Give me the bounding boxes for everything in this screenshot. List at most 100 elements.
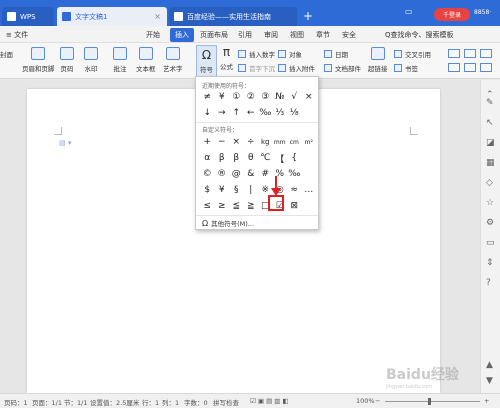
insert-attachment-button[interactable]: 插入附件 xyxy=(278,63,315,73)
status-words[interactable]: 字数：0 xyxy=(184,397,208,407)
login-button[interactable]: 千登录 xyxy=(434,8,470,21)
symbol-cell[interactable]: β xyxy=(215,151,230,165)
symbol-cell[interactable]: → xyxy=(215,106,230,120)
window-menu-icon[interactable]: ▭ xyxy=(405,7,413,16)
symbol-cell[interactable]: α xyxy=(200,151,215,165)
symbol-cell[interactable]: ≥ xyxy=(215,199,230,213)
date-button[interactable]: 日期 xyxy=(324,49,348,59)
layout-icon[interactable] xyxy=(448,49,460,58)
menu-insert[interactable]: 插入 xyxy=(170,28,194,42)
page-number-button[interactable]: 页码 xyxy=(60,47,74,73)
symbol-cell[interactable]: √ xyxy=(287,90,302,104)
symbol-cell[interactable]: + xyxy=(200,135,215,149)
tab-web[interactable]: 百度经验——实用生活指南 xyxy=(169,7,297,26)
layout-icon[interactable] xyxy=(464,49,476,58)
symbol-cell[interactable]: ‰ xyxy=(287,167,302,181)
symbol-cell[interactable]: × xyxy=(229,135,244,149)
header-footer-button[interactable]: 页眉和页脚 xyxy=(22,47,55,73)
cover-button[interactable]: 封面 xyxy=(0,49,13,59)
comment-button[interactable]: 批注 xyxy=(113,47,127,73)
menu-start[interactable]: 开始 xyxy=(146,30,160,40)
symbol-cell[interactable]: … xyxy=(302,183,317,197)
layers-icon[interactable]: ▦ xyxy=(486,158,495,168)
symbol-cell[interactable] xyxy=(302,199,317,213)
zoom-out-button[interactable]: − xyxy=(375,397,380,405)
close-tab-icon[interactable]: × xyxy=(154,12,161,21)
symbol-cell[interactable]: ≈ xyxy=(287,183,302,197)
symbol-cell[interactable] xyxy=(302,167,317,181)
layout-icon[interactable] xyxy=(480,63,492,72)
menu-page-layout[interactable]: 页面布局 xyxy=(200,30,228,40)
symbol-cell[interactable]: $ xyxy=(200,183,215,197)
symbol-cell[interactable]: ¥ xyxy=(215,90,230,104)
help-icon[interactable]: ? xyxy=(486,278,491,288)
select-icon[interactable]: ↖ xyxy=(486,118,494,128)
zoom-slider-thumb[interactable] xyxy=(428,398,431,405)
drop-cap-button[interactable]: 首字下沉 xyxy=(238,63,275,73)
bookmark-button[interactable]: 书签 xyxy=(394,63,418,73)
zoom-in-button[interactable]: + xyxy=(484,397,489,405)
symbol-cell[interactable]: © xyxy=(200,167,215,181)
edit-icon[interactable]: ✎ xyxy=(486,98,494,108)
symbol-cell[interactable]: № xyxy=(273,90,288,104)
symbol-cell[interactable]: ↓ xyxy=(200,106,215,120)
object-button[interactable]: 对象 xyxy=(278,49,302,59)
search-command[interactable]: Q查找命令、搜索模板 xyxy=(385,30,454,40)
layout-icon[interactable] xyxy=(448,63,460,72)
tab-document[interactable]: 文字文稿1 × xyxy=(57,7,167,26)
symbol-cell[interactable]: ≦ xyxy=(229,199,244,213)
zoom-slider[interactable] xyxy=(385,401,480,402)
up-icon[interactable]: ▲ xyxy=(486,360,493,370)
symbol-cell[interactable]: & xyxy=(244,167,259,181)
doc-parts-button[interactable]: 文档部件 xyxy=(324,63,361,73)
more-symbols-item[interactable]: Ω 其他符号(M)... xyxy=(202,218,254,229)
symbol-cell[interactable]: ← xyxy=(244,106,259,120)
settings-icon[interactable]: ⚙ xyxy=(486,218,494,228)
symbol-cell[interactable]: ¥ xyxy=(215,183,230,197)
textbox-button[interactable]: 文本框 xyxy=(136,47,156,73)
symbol-cell[interactable]: kg xyxy=(258,135,273,149)
symbol-cell[interactable]: ≠ xyxy=(200,90,215,104)
symbol-cell[interactable]: § xyxy=(229,183,244,197)
status-spell[interactable]: 拼写检查 xyxy=(213,397,239,407)
symbol-cell[interactable] xyxy=(302,151,317,165)
symbol-cell[interactable]: ≧ xyxy=(244,199,259,213)
symbol-cell[interactable]: ≤ xyxy=(200,199,215,213)
symbol-cell[interactable]: | xyxy=(244,183,259,197)
symbol-cell[interactable]: ③ xyxy=(258,90,273,104)
menu-view[interactable]: 视图 xyxy=(290,30,304,40)
symbol-cell[interactable]: ⅓ xyxy=(273,106,288,120)
symbol-cell[interactable]: ↑ xyxy=(229,106,244,120)
formula-button[interactable]: π 公式 xyxy=(220,45,233,71)
symbol-cell[interactable]: @ xyxy=(229,167,244,181)
symbol-cell[interactable]: ® xyxy=(215,167,230,181)
wordart-button[interactable]: 艺术字 xyxy=(163,47,183,73)
menu-reference[interactable]: 引用 xyxy=(238,30,252,40)
symbol-cell[interactable]: θ xyxy=(244,151,259,165)
symbol-cell[interactable]: ‰ xyxy=(258,106,273,120)
symbol-cell[interactable]: ② xyxy=(244,90,259,104)
tab-wps[interactable]: WPS xyxy=(2,7,54,26)
menu-section[interactable]: 章节 xyxy=(316,30,330,40)
menu-file[interactable]: ≡ 文件 xyxy=(6,30,28,40)
down-icon[interactable]: ▼ xyxy=(486,376,493,386)
symbol-cell[interactable]: × xyxy=(302,90,317,104)
symbol-cell[interactable]: ⅛ xyxy=(287,106,302,120)
style-icon[interactable]: ◪ xyxy=(486,138,495,148)
symbol-cell[interactable]: { xyxy=(287,151,302,165)
layout-icon[interactable] xyxy=(464,63,476,72)
menu-review[interactable]: 审阅 xyxy=(264,30,278,40)
symbol-cell[interactable]: β xyxy=(229,151,244,165)
star-icon[interactable]: ☆ xyxy=(486,198,494,208)
symbol-cell[interactable]: ÷ xyxy=(244,135,259,149)
symbol-cell[interactable]: cm xyxy=(287,135,302,149)
symbol-cell[interactable]: ① xyxy=(229,90,244,104)
symbol-cell[interactable]: 【 xyxy=(273,151,288,165)
symbol-cell[interactable]: − xyxy=(215,135,230,149)
chat-icon[interactable]: ▭ xyxy=(486,238,495,248)
symbol-cell[interactable] xyxy=(302,106,317,120)
symbol-cell[interactable]: ℃ xyxy=(258,151,273,165)
new-tab-button[interactable]: + xyxy=(303,9,313,23)
symbol-button[interactable]: Ω 符号 xyxy=(196,45,217,77)
scroll-icon[interactable]: ⇕ xyxy=(486,258,494,268)
